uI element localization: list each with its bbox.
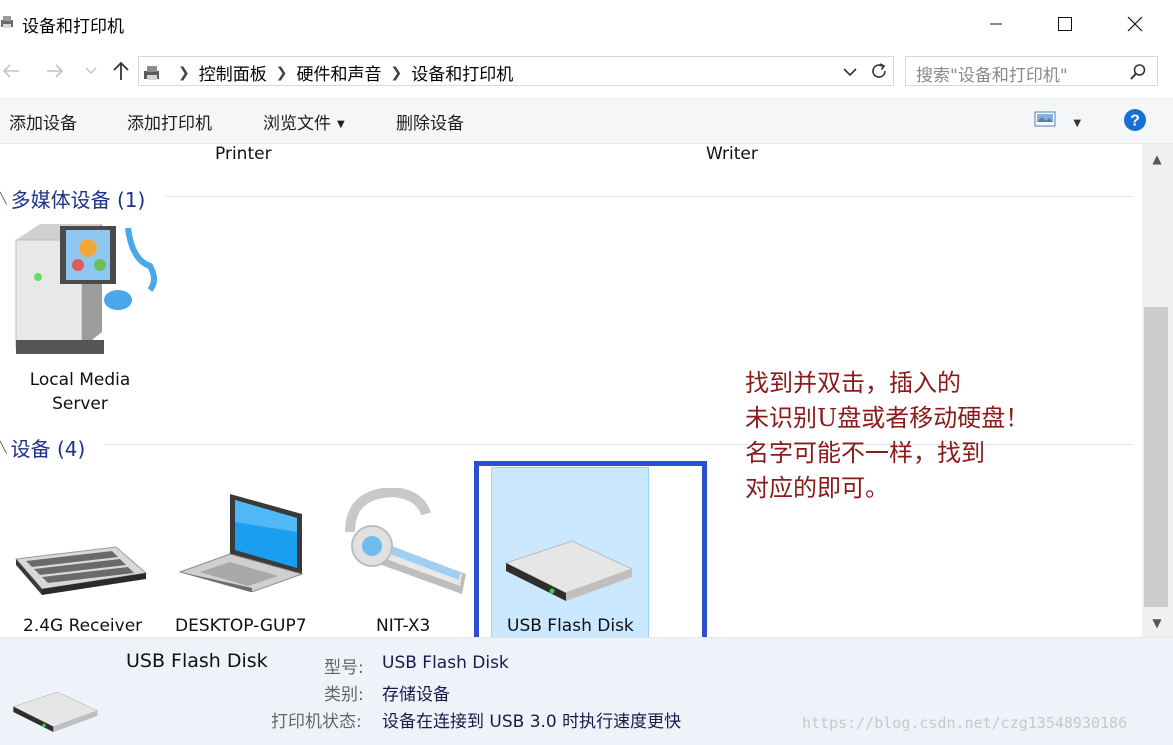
breadcrumb-separator-icon: ❯: [178, 64, 190, 81]
breadcrumb-devices-printers[interactable]: 设备和打印机: [411, 60, 513, 85]
devices-printers-icon: [1, 16, 13, 28]
add-printer-button[interactable]: 添加打印机: [127, 109, 212, 134]
details-model-value: USB Flash Disk: [382, 653, 509, 673]
annotation-text: 找到并双击，插入的 未识别U盘或者移动硬盘！ 名字可能不一样，找到 对应的即可。: [745, 369, 1030, 502]
breadcrumb-separator-icon: ❯: [275, 64, 288, 81]
forward-arrow-icon: [47, 64, 64, 78]
help-icon: ?: [1124, 109, 1146, 131]
scroll-thumb[interactable]: [1144, 307, 1168, 607]
laptop-icon[interactable]: [178, 492, 306, 592]
minimize-icon: [990, 23, 1002, 24]
view-options-button[interactable]: ▼: [1034, 110, 1081, 133]
scroll-up-icon[interactable]: ▲: [1148, 150, 1166, 168]
device-label-local-media-server[interactable]: Local Media Server: [20, 368, 140, 416]
help-button[interactable]: ?: [1123, 108, 1147, 137]
breadcrumb-control-panel[interactable]: 控制面板: [199, 60, 267, 85]
collapse-chevron-icon: ╲: [0, 192, 7, 205]
window-title: 设备和打印机: [22, 17, 124, 37]
details-status-key: 打印机状态:: [271, 712, 362, 732]
command-bar: 添加设备 添加打印机 浏览文件 ▼ 删除设备 ▼ ?: [0, 97, 1173, 144]
maximize-icon: [1058, 16, 1072, 31]
device-label-2-4g-receiver[interactable]: 2.4G Receiver: [23, 616, 142, 636]
vertical-scrollbar[interactable]: ▲ ▼: [1142, 144, 1173, 637]
view-options-icon: [1034, 111, 1056, 127]
breadcrumb-hardware-sound[interactable]: 硬件和声音: [296, 60, 381, 85]
annotation-highlight-box: [474, 461, 707, 637]
address-bar[interactable]: ❯ 控制面板 ❯ 硬件和声音 ❯ 设备和打印机: [138, 56, 894, 86]
device-label-desktop-gup7[interactable]: DESKTOP-GUP7: [175, 616, 307, 636]
refresh-icon: [872, 63, 886, 78]
writer-label[interactable]: Writer: [706, 144, 758, 164]
device-list-view[interactable]: Printer Writer ╲ 多媒体设备 (1) Local Media S…: [0, 144, 1142, 637]
details-category-key: 类别:: [324, 685, 364, 705]
browse-files-label: 浏览文件: [263, 114, 331, 134]
usb-drive-icon: [12, 691, 99, 732]
media-server-icon[interactable]: [10, 220, 160, 360]
remove-device-button[interactable]: 删除设备: [396, 109, 464, 134]
devices-printers-icon: [144, 65, 159, 80]
details-status-value: 设备在连接到 USB 3.0 时执行速度更快: [382, 712, 682, 732]
watermark-text: https://blog.csdn.net/czg13548930186: [802, 714, 1128, 732]
forward-button[interactable]: [42, 58, 68, 84]
headset-icon[interactable]: [342, 488, 468, 594]
title-bar: 设备和打印机: [0, 0, 1173, 47]
group-label: 设备 (4): [10, 437, 86, 461]
help-glyph: ?: [1130, 113, 1140, 130]
search-icon[interactable]: [1129, 63, 1147, 81]
scroll-down-icon[interactable]: ▼: [1148, 614, 1166, 632]
caret-down-icon: ▼: [337, 118, 345, 130]
close-button[interactable]: [1100, 0, 1170, 47]
chevron-down-icon: [843, 67, 857, 76]
up-arrow-icon: [113, 61, 129, 80]
details-device-name: USB Flash Disk: [126, 650, 268, 672]
search-placeholder: 搜索"设备和打印机": [916, 66, 1068, 86]
back-button[interactable]: [0, 58, 24, 84]
recent-locations-button[interactable]: [78, 58, 104, 84]
chevron-down-icon: [85, 67, 97, 74]
up-button[interactable]: [108, 58, 134, 84]
group-label: 多媒体设备 (1): [10, 188, 146, 212]
minimize-button[interactable]: [961, 0, 1031, 47]
collapse-chevron-icon: ╲: [0, 441, 7, 454]
close-icon: [1127, 16, 1143, 31]
group-header-devices[interactable]: ╲ 设备 (4): [0, 433, 85, 462]
device-label-nit-x3[interactable]: NIT-X3: [376, 616, 430, 636]
address-dropdown-button[interactable]: [838, 60, 862, 84]
keyboard-icon[interactable]: [12, 539, 148, 597]
caret-down-icon: ▼: [1073, 117, 1082, 129]
back-arrow-icon: [2, 64, 19, 78]
breadcrumb-separator-icon: ❯: [390, 64, 403, 81]
maximize-button[interactable]: [1030, 0, 1100, 47]
add-device-button[interactable]: 添加设备: [9, 109, 77, 134]
printer-label[interactable]: Printer: [215, 144, 272, 164]
search-input[interactable]: 搜索"设备和打印机": [905, 56, 1158, 86]
browse-files-button[interactable]: 浏览文件 ▼: [263, 109, 345, 134]
details-model-key: 型号:: [324, 658, 364, 678]
details-category-value: 存储设备: [382, 685, 450, 705]
group-header-multimedia[interactable]: ╲ 多媒体设备 (1): [0, 184, 145, 213]
group-divider: [165, 196, 1133, 197]
refresh-button[interactable]: [866, 58, 892, 84]
